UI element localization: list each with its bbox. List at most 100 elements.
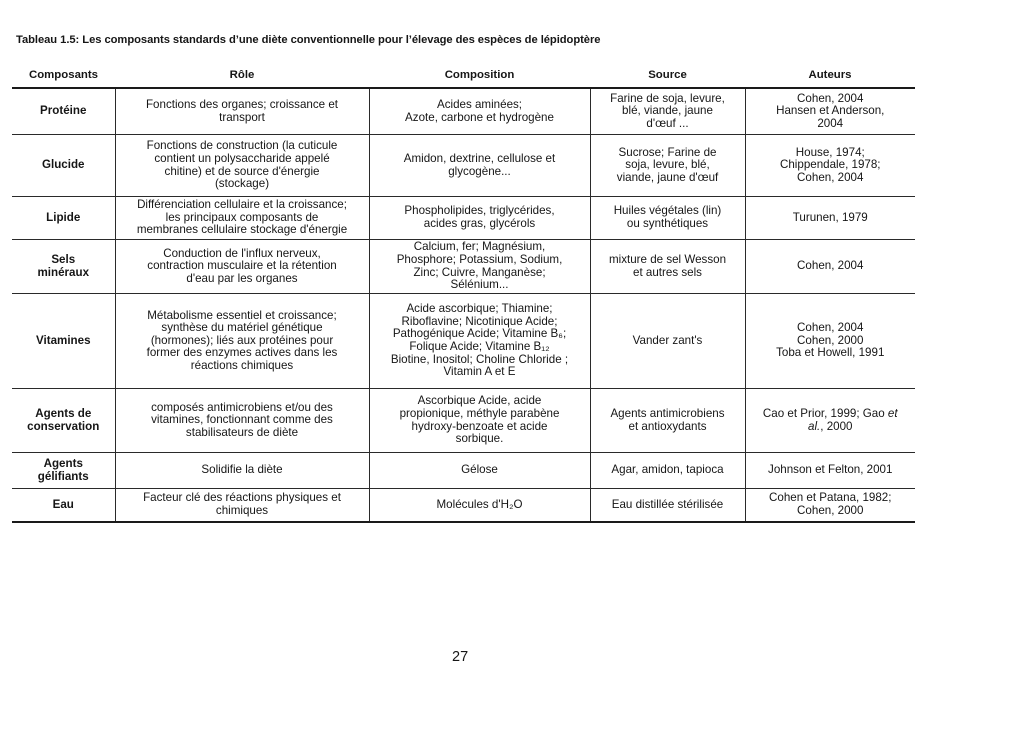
cell-line: Fonctions des organes; croissance et (145, 97, 339, 111)
diet-components-table: Composants Rôle Composition Source Auteu… (12, 63, 915, 523)
cell-line: et autres sels (633, 265, 702, 279)
cell-auteurs: Cao et Prior, 1999; Gao et al., 2000 (744, 388, 915, 453)
cell-role: Différenciation cellulaire et la croissa… (114, 196, 369, 240)
header-composition: Composition (369, 63, 590, 89)
cell-line: Turunen, 1979 (792, 210, 868, 224)
table-row: Agents gélifiants Solidifie la diète Gélose… (12, 452, 915, 489)
cell-line: synthèse du matériel génétique (161, 321, 323, 335)
header-role: Rôle (115, 63, 369, 89)
cell-line: gélifiants (37, 469, 89, 483)
cell-line: Eau (52, 497, 74, 511)
table-row: Lipide Différenciation cellulaire et la c… (12, 196, 915, 240)
cell-line: Cohen, 2004 (797, 259, 864, 273)
cell-line: 2004 (817, 116, 844, 130)
cell-line: glycogène... (448, 164, 511, 178)
cell-line: d'eau par les organes (186, 271, 298, 285)
cell-line: mixture de sel Wesson (608, 252, 727, 266)
cell-line: transport (219, 110, 265, 124)
cell-composant: Vitamines (12, 293, 115, 389)
cell-composant: Glucide (12, 134, 115, 197)
cell-line: viande, jaune d'œuf (616, 170, 719, 184)
cell-line: d'œuf ... (646, 116, 689, 130)
cell-line: Toba et Howell, 1991 (776, 346, 885, 360)
cell-line: chimiques (215, 504, 269, 517)
cell-line: Agents de (35, 406, 92, 420)
table-row: Vitamines Métabolisme essentiel et croiss… (12, 293, 915, 389)
cell-line: membranes cellulaire stockage d'énergie (136, 223, 348, 237)
cell-line: Gélose (461, 463, 498, 477)
cell-line: al., 2000 (808, 419, 853, 433)
table-body: Protéine Fonctions des organes; croissanc… (12, 88, 915, 523)
cell-auteurs: Johnson et Felton, 2001 (744, 452, 915, 489)
cell-line: ou synthétiques (626, 217, 709, 230)
table-header-row: Composants Rôle Composition Source Auteu… (12, 63, 915, 89)
cell-source: Agents antimicrobiens et antioxydants (589, 388, 745, 453)
page-number: 27 (452, 649, 469, 665)
cell-role: Solidifie la diète (114, 452, 369, 489)
cell-source: Agar, amidon, tapioca (589, 452, 745, 489)
cell-source: mixture de sel Wesson et autres sels (589, 239, 745, 294)
cell-line: Phosphore; Potassium, Sodium, (396, 252, 563, 266)
cell-line: Cohen, 2004 (797, 321, 864, 335)
cell-line: Vitamin A et E (443, 365, 516, 379)
cell-line: Acides aminées; (436, 97, 523, 111)
cell-line: et antioxydants (628, 419, 707, 433)
cell-line: soja, levure, blé, (625, 158, 710, 172)
table-row: Sels minéraux Conduction de l'influx nerve… (12, 239, 915, 294)
cell-auteurs: Turunen, 1979 (744, 196, 915, 240)
cell-composant: Agents de conservation (12, 388, 115, 453)
cell-line: acides gras, glycérols (423, 217, 536, 230)
header-composants: Composants (12, 63, 115, 89)
header-source: Source (590, 63, 745, 89)
cell-role: composés antimicrobiens et/ou des vitamin… (114, 388, 369, 453)
table-row: Eau Facteur clé des réactions physiques e… (12, 488, 915, 523)
cell-composition: Acide ascorbique; Thiamine; Riboflavine; … (368, 293, 590, 389)
cell-line: Acide ascorbique; Thiamine; (406, 302, 553, 316)
cell-role: Fonctions des organes; croissance et tran… (114, 88, 369, 135)
cell-line: Cohen, 2004 (797, 170, 864, 184)
cell-line: Solidifie la diète (201, 463, 283, 477)
cell-composition: Acides aminées; Azote, carbone et hydrogè… (368, 88, 590, 135)
cell-line: Agents antimicrobiens (610, 406, 725, 420)
cell-source: Farine de soja, levure, blé, viande, jaun… (589, 88, 745, 135)
cell-role: Métabolisme essentiel et croissance; synt… (114, 293, 369, 389)
cell-auteurs: Cohen, 2004 Cohen, 2000 Toba et Howell, 19… (744, 293, 915, 389)
cell-auteurs: Cohen, 2004 Hansen et Anderson, 2004 (744, 88, 915, 135)
cell-line: Hansen et Anderson, (776, 104, 885, 118)
cell-line: vitamines, fonctionnant comme des (151, 413, 333, 427)
cell-composant: Lipide (12, 196, 115, 240)
cell-line: Amidon, dextrine, cellulose et (403, 151, 556, 165)
cell-composant: Protéine (12, 88, 115, 135)
cell-auteurs: Cohen, 2004 (744, 239, 915, 294)
cell-line: Folique Acide; Vitamine B₁₂ (409, 340, 550, 353)
cell-line: réactions chimiques (190, 358, 294, 372)
cell-line: Molécules d'H₂O (436, 497, 523, 511)
cell-line: conservation (27, 419, 100, 433)
table-row: Glucide Fonctions de construction (la cut… (12, 134, 915, 197)
cell-line: (stockage) (214, 177, 270, 191)
cell-line: blé, viande, jaune (622, 104, 713, 118)
cell-line: Eau distillée stérilisée (611, 497, 724, 511)
cell-line: stabilisateurs de diète (185, 425, 299, 439)
cell-source: Eau distillée stérilisée (589, 488, 745, 523)
cell-line: former des enzymes actives dans les (146, 346, 338, 360)
table-caption: Tableau 1.5: Les composants standards d’… (16, 34, 601, 46)
cell-source: Huiles végétales (lin) ou synthétiques (589, 196, 745, 240)
cell-auteurs: Cohen et Patana, 1982; Cohen, 2000 (744, 488, 915, 523)
cell-line: Cao et Prior, 1999; Gao et (762, 406, 898, 420)
cell-composant: Sels minéraux (12, 239, 115, 294)
cell-composant: Agents gélifiants (12, 452, 115, 489)
cell-line: Différenciation cellulaire et la croissa… (137, 198, 347, 212)
cell-role: Facteur clé des réactions physiques et ch… (114, 488, 369, 523)
cell-source: Sucrose; Farine de soja, levure, blé, vian… (589, 134, 745, 197)
cell-line: Sélénium... (450, 278, 509, 292)
cell-source: Vander zant's (589, 293, 745, 389)
cell-line: Glucide (41, 158, 85, 172)
cell-line: Vander zant's (632, 333, 703, 347)
header-auteurs: Auteurs (745, 63, 915, 89)
cell-composant: Eau (12, 488, 115, 523)
cell-line: Johnson et Felton, 2001 (768, 463, 893, 477)
cell-role: Conduction de l'influx nerveux, contracti… (114, 239, 369, 294)
cell-line: Vitamines (35, 333, 91, 347)
cell-line: contient un polysaccharide appelé (154, 151, 330, 165)
